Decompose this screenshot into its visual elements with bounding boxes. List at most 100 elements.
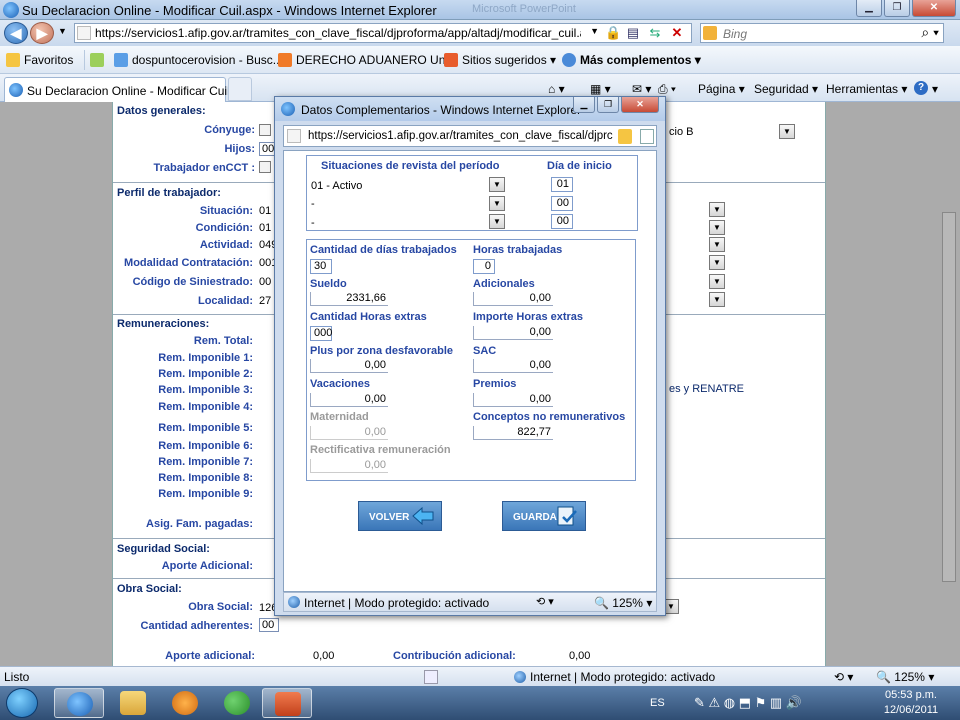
input-dias-trabajados[interactable]: 30: [310, 259, 332, 274]
dropdown-right-1[interactable]: ▼: [779, 124, 795, 139]
address-url[interactable]: https://servicios1.afip.gov.ar/tramites_…: [95, 26, 581, 40]
mail-icon[interactable]: ✉ ▾: [632, 82, 651, 96]
dropdown-situacion[interactable]: ▼: [709, 202, 725, 217]
dia-2-input[interactable]: 00: [551, 196, 573, 211]
input-sueldo[interactable]: 2331,66: [310, 292, 388, 306]
dia-3-input[interactable]: 00: [551, 214, 573, 229]
dropdown-siniestrado[interactable]: ▼: [709, 274, 725, 289]
protected-mode-icon[interactable]: ⟲ ▾: [536, 595, 554, 608]
lock-icon[interactable]: [618, 129, 632, 144]
ie-statusbar: Listo Internet | Modo protegido: activad…: [0, 666, 960, 686]
input-adicionales[interactable]: 0,00: [473, 292, 553, 306]
taskbar-media[interactable]: [160, 688, 210, 718]
search-placeholder[interactable]: Bing: [723, 27, 747, 41]
address-dropdown-icon[interactable]: ▼: [590, 26, 599, 36]
star-icon: [6, 53, 20, 67]
label-rem-imp-3: Rem. Imponible 3:: [158, 384, 253, 396]
situacion-3-dropdown[interactable]: ▼: [489, 214, 505, 229]
label-premios: Premios: [473, 378, 517, 390]
feeds-icon[interactable]: ▦ ▾: [590, 82, 611, 96]
recent-pages-dropdown[interactable]: ▼: [58, 26, 67, 36]
tray-icons[interactable]: ✎ ⚠ ◍ ⬒ ⚑ ▥ 🔊: [694, 695, 802, 711]
volver-button[interactable]: VOLVER: [358, 501, 442, 531]
menu-seguridad[interactable]: Seguridad ▾: [754, 82, 818, 96]
search-icon[interactable]: ⌕ ▾: [921, 24, 939, 41]
label-hijos: Hijos:: [224, 143, 255, 155]
page-icon[interactable]: [640, 129, 654, 144]
system-clock[interactable]: 05:53 p.m. 12/06/2011: [876, 688, 946, 718]
guardar-button[interactable]: GUARDAR: [502, 501, 586, 531]
menu-pagina[interactable]: Página ▾: [698, 82, 745, 96]
home-icon[interactable]: ⌂ ▾: [548, 82, 565, 96]
compat-view-icon[interactable]: ▤: [625, 25, 641, 41]
label-actividad: Actividad:: [199, 239, 253, 251]
fav-item-derecho-aduanero[interactable]: DERECHO ADUANERO Un...: [278, 53, 455, 67]
taskbar-powerpoint[interactable]: [262, 688, 312, 718]
section-obra-social: Obra Social:: [117, 583, 182, 595]
situacion-2-dropdown[interactable]: ▼: [489, 196, 505, 211]
modal-close-button[interactable]: ✕: [621, 97, 659, 113]
protected-mode-icon[interactable]: ⟲ ▾: [834, 670, 853, 684]
lock-icon[interactable]: 🔒: [605, 25, 621, 41]
label-importe-horas-extras: Importe Horas extras: [473, 311, 584, 323]
input-vacaciones[interactable]: 0,00: [310, 393, 388, 407]
refresh-icon[interactable]: ⇆: [647, 25, 663, 41]
modal-zoom[interactable]: 🔍 125% ▾: [594, 596, 652, 610]
modal-address-url[interactable]: https://servicios1.afip.gov.ar/tramites_…: [308, 130, 614, 142]
favorites-button[interactable]: Favoritos: [6, 53, 73, 67]
input-horas-trabajadas[interactable]: 0: [473, 259, 495, 274]
modal-address-bar[interactable]: https://servicios1.afip.gov.ar/tramites_…: [283, 125, 657, 147]
menu-herramientas[interactable]: Herramientas ▾: [826, 82, 907, 96]
modal-statusbar: Internet | Modo protegido: activado ⟲ ▾ …: [283, 592, 657, 612]
back-button[interactable]: ◀: [4, 22, 28, 44]
situacion-1-dropdown[interactable]: ▼: [489, 177, 505, 192]
stop-icon[interactable]: ✕: [669, 25, 685, 41]
dropdown-modalidad[interactable]: ▼: [709, 255, 725, 270]
add-favorite-icon[interactable]: [90, 53, 108, 67]
zoom-level[interactable]: 🔍 125% ▾: [876, 670, 934, 684]
address-bar[interactable]: https://servicios1.afip.gov.ar/tramites_…: [74, 23, 692, 43]
start-button[interactable]: [6, 688, 38, 718]
fav-item-mas-complementos[interactable]: Más complementos ▾: [562, 53, 701, 67]
dropdown-localidad[interactable]: ▼: [709, 292, 725, 307]
close-button[interactable]: ✕: [912, 0, 956, 17]
taskbar-explorer[interactable]: [108, 688, 158, 718]
input-cant-adherentes[interactable]: 00: [259, 618, 279, 632]
input-sac[interactable]: 0,00: [473, 359, 553, 373]
input-premios[interactable]: 0,00: [473, 393, 553, 407]
label-rem-imp-9: Rem. Imponible 9:: [158, 488, 253, 500]
label-trabajador-cct: Trabajador enCCT :: [153, 162, 255, 174]
language-indicator[interactable]: ES: [650, 697, 665, 709]
page-scrollbar[interactable]: [942, 212, 956, 582]
maximize-button[interactable]: ❐: [884, 0, 910, 17]
print-icon[interactable]: ⎙ ▾: [658, 82, 676, 97]
new-tab-button[interactable]: [228, 77, 252, 101]
checkbox-conyuge[interactable]: [259, 124, 271, 136]
label-modalidad: Modalidad Contratación:: [124, 257, 253, 269]
tab-su-declaracion[interactable]: Su Declaracion Online - Modificar Cuil..…: [4, 77, 240, 102]
input-plus-zona[interactable]: 0,00: [310, 359, 388, 373]
checkbox-trabajador-cct[interactable]: [259, 161, 271, 173]
fav-item-sitios-sugeridos[interactable]: Sitios sugeridos ▾: [444, 53, 556, 67]
help-icon[interactable]: ?: [914, 81, 928, 95]
taskbar-messenger[interactable]: [212, 688, 262, 718]
dropdown-actividad[interactable]: ▼: [709, 237, 725, 252]
search-box[interactable]: Bing ⌕ ▾: [700, 23, 944, 43]
dropdown-condicion[interactable]: ▼: [709, 220, 725, 235]
input-conceptos-no-rem[interactable]: 822,77: [473, 426, 553, 440]
taskbar-ie[interactable]: [54, 688, 104, 718]
fav-item-dospuntocerovision[interactable]: dospuntocerovision - Busc...: [114, 53, 283, 67]
input-importe-horas-extras[interactable]: 0,00: [473, 326, 553, 340]
ie-logo-icon: [281, 102, 295, 116]
minimize-button[interactable]: ▁: [856, 0, 882, 17]
modal-minimize-button[interactable]: ▁: [573, 97, 595, 113]
help-dropdown[interactable]: ▾: [932, 82, 938, 96]
modal-maximize-button[interactable]: ❐: [597, 97, 619, 113]
label-localidad: Localidad:: [197, 295, 253, 307]
label-cant-horas-extras: Cantidad Horas extras: [310, 311, 427, 323]
input-cant-horas-extras[interactable]: 000: [310, 326, 332, 341]
label-rem-imp-4: Rem. Imponible 4:: [158, 401, 253, 413]
label-rem-imp-5: Rem. Imponible 5:: [158, 422, 253, 434]
forward-button[interactable]: ▶: [30, 22, 54, 44]
dia-1-input[interactable]: 01: [551, 177, 573, 192]
